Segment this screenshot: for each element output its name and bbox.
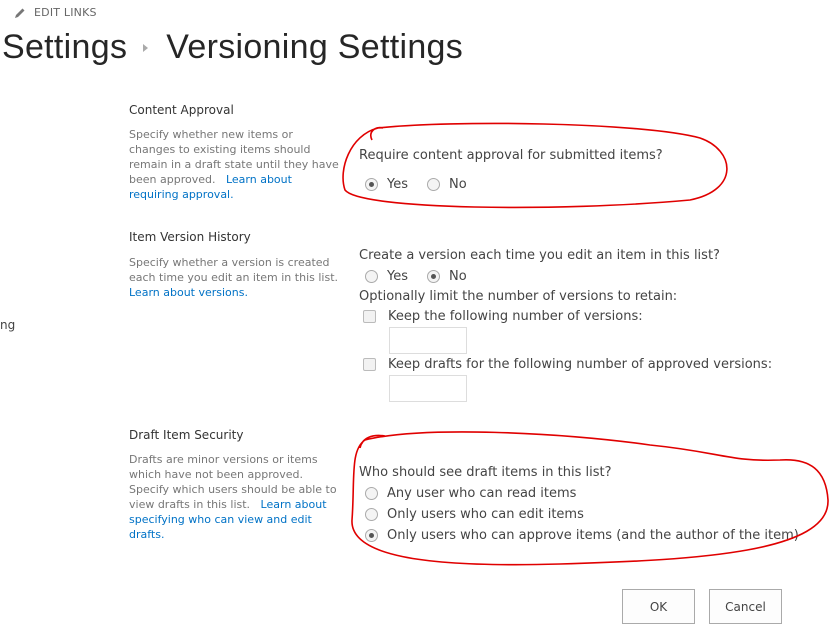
- radio-icon: [365, 529, 378, 542]
- version-yes-radio[interactable]: Yes: [365, 269, 408, 284]
- radio-label: Only users who can approve items (and th…: [387, 528, 799, 543]
- version-history-question: Create a version each time you edit an i…: [359, 248, 720, 263]
- radio-label: No: [449, 177, 467, 192]
- radio-icon: [365, 487, 378, 500]
- radio-icon: [365, 178, 378, 191]
- version-history-text: Specify whether a version is created eac…: [129, 256, 338, 284]
- radio-label: Yes: [387, 269, 408, 284]
- draft-approve-users-radio[interactable]: Only users who can approve items (and th…: [365, 528, 799, 543]
- content-approval-yes-radio[interactable]: Yes: [365, 177, 408, 192]
- content-approval-no-radio[interactable]: No: [427, 177, 467, 192]
- radio-icon: [365, 508, 378, 521]
- learn-versions-link[interactable]: Learn about versions.: [129, 286, 248, 299]
- keep-versions-checkbox[interactable]: Keep the following number of versions:: [363, 309, 643, 324]
- content-approval-title: Content Approval: [129, 103, 234, 117]
- draft-edit-users-radio[interactable]: Only users who can edit items: [365, 507, 584, 522]
- content-approval-description: Specify whether new items or changes to …: [129, 127, 339, 202]
- radio-icon: [427, 178, 440, 191]
- radio-label: No: [449, 269, 467, 284]
- breadcrumb-separator-icon: [143, 43, 149, 52]
- checkbox-label: Keep drafts for the following number of …: [388, 357, 773, 372]
- content-approval-question: Require content approval for submitted i…: [359, 148, 663, 163]
- keep-drafts-checkbox[interactable]: Keep drafts for the following number of …: [363, 357, 772, 372]
- breadcrumb-settings[interactable]: Settings: [2, 28, 127, 67]
- keep-versions-input[interactable]: [389, 327, 467, 354]
- draft-any-user-radio[interactable]: Any user who can read items: [365, 486, 576, 501]
- radio-label: Only users who can edit items: [387, 507, 584, 522]
- version-history-title: Item Version History: [129, 230, 251, 244]
- nav-item-fragment[interactable]: ng: [0, 318, 15, 332]
- version-no-radio[interactable]: No: [427, 269, 467, 284]
- limit-versions-label: Optionally limit the number of versions …: [359, 289, 678, 304]
- checkbox-icon: [363, 358, 376, 371]
- checkbox-icon: [363, 310, 376, 323]
- keep-drafts-input[interactable]: [389, 375, 467, 402]
- draft-security-question: Who should see draft items in this list?: [359, 465, 612, 480]
- page-title: Versioning Settings: [166, 28, 464, 66]
- draft-security-title: Draft Item Security: [129, 428, 244, 442]
- annotation-circle-content-approval: [342, 122, 728, 209]
- checkbox-label: Keep the following number of versions:: [388, 309, 643, 324]
- edit-links-label: EDIT LINKS: [34, 6, 97, 19]
- version-history-description: Specify whether a version is created eac…: [129, 255, 339, 300]
- radio-label: Yes: [387, 177, 408, 192]
- radio-icon: [365, 270, 378, 283]
- breadcrumb: Settings Versioning Settings: [2, 28, 463, 67]
- pencil-icon: [15, 8, 25, 18]
- radio-icon: [427, 270, 440, 283]
- edit-links-button[interactable]: EDIT LINKS: [14, 6, 97, 19]
- cancel-button[interactable]: Cancel: [709, 589, 782, 624]
- draft-security-description: Drafts are minor versions or items which…: [129, 452, 339, 542]
- radio-label: Any user who can read items: [387, 486, 577, 501]
- ok-button[interactable]: OK: [622, 589, 695, 624]
